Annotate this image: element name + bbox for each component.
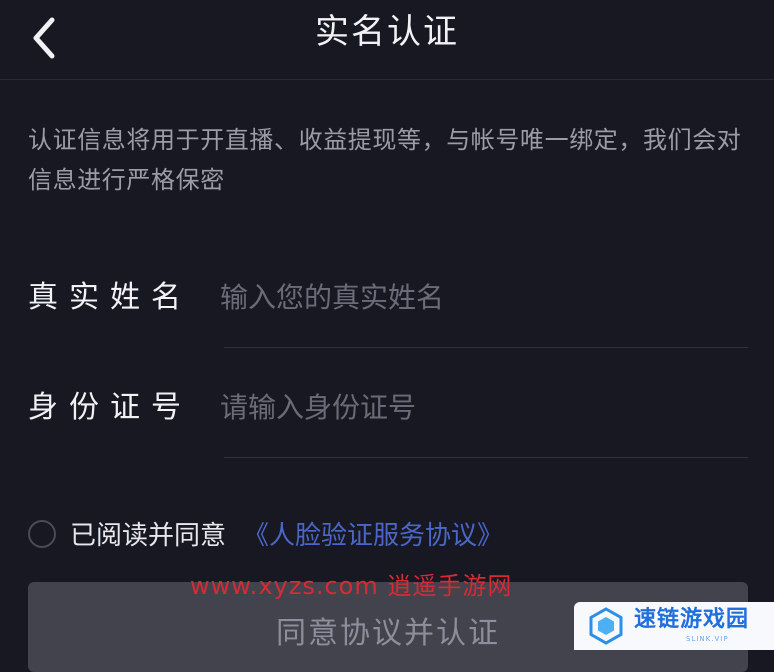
privacy-notice: 认证信息将用于开直播、收益提现等，与帐号唯一绑定，我们会对信息进行严格保密	[28, 126, 742, 194]
id-number-underline	[224, 457, 748, 458]
agreement-radio[interactable]	[28, 520, 56, 548]
real-name-row: 真实姓名	[28, 250, 748, 348]
header-bar: 实名认证	[0, 0, 774, 80]
page-title: 实名认证	[315, 12, 459, 52]
logo-text: 速链游戏园	[634, 607, 750, 632]
logo-watermark: 速链游戏园 SLINK.VIP	[574, 602, 774, 650]
hexagon-logo-icon	[586, 606, 626, 646]
real-name-label: 真实姓名	[28, 280, 192, 315]
id-number-label: 身份证号	[28, 390, 192, 425]
real-name-underline	[224, 347, 748, 348]
agreement-row: 已阅读并同意 《人脸验证服务协议》	[28, 514, 748, 558]
agreement-link[interactable]: 《人脸验证服务协议》	[243, 514, 503, 558]
agreement-text: 已阅读并同意	[70, 521, 227, 551]
site-watermark: www.xyzs.com 逍遥手游网	[190, 572, 513, 600]
id-number-row: 身份证号	[28, 360, 748, 458]
real-name-input[interactable]	[220, 274, 740, 320]
id-number-input[interactable]	[220, 384, 740, 430]
logo-subtext: SLINK.VIP	[686, 635, 729, 643]
